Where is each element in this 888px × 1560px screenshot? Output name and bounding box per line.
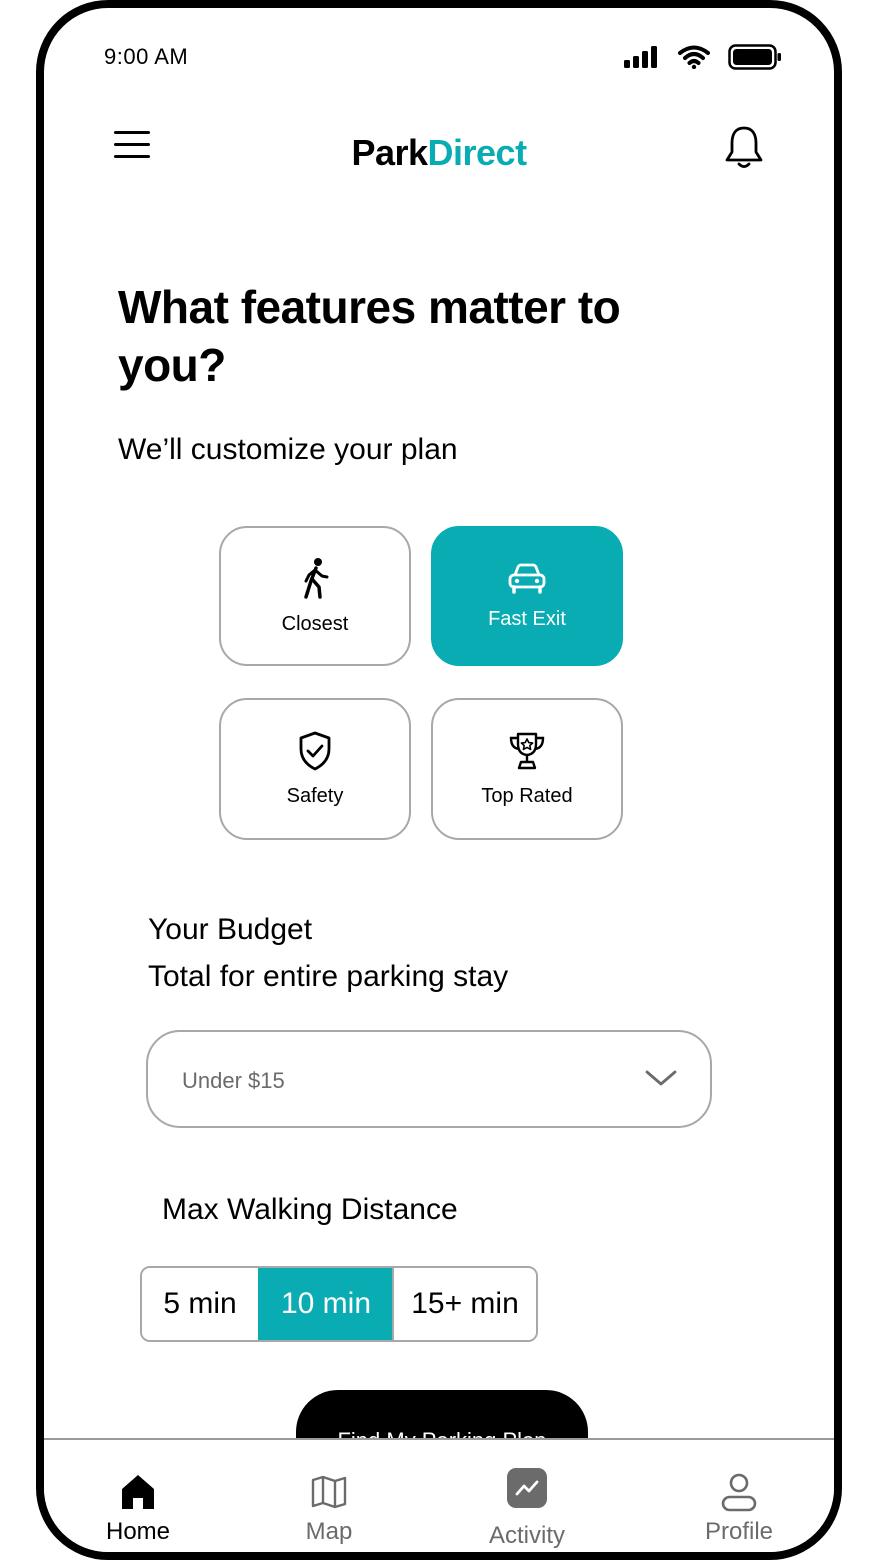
feature-label: Closest [281, 612, 349, 635]
brand-logo: ParkDirect [44, 132, 834, 174]
walking-person-icon [304, 557, 329, 599]
feature-safety[interactable]: Safety [219, 698, 411, 840]
bell-icon [725, 126, 763, 168]
feature-closest[interactable]: Closest [219, 526, 411, 666]
shield-check-icon [299, 731, 331, 770]
chevron-down-icon [645, 1070, 677, 1086]
wifi-icon [678, 45, 710, 69]
walking-option-10-min[interactable]: 10 min [258, 1268, 392, 1340]
notifications-button[interactable] [722, 124, 766, 174]
feature-label: Safety [286, 784, 344, 807]
profile-icon [721, 1473, 757, 1512]
budget-select[interactable]: Under $15 [146, 1030, 712, 1128]
budget-subtitle: Total for entire parking stay [148, 960, 509, 993]
nav-label: Profile [704, 1518, 774, 1545]
walking-option-5-min[interactable]: 5 min [142, 1268, 258, 1340]
walking-option-15-plus-min[interactable]: 15+ min [392, 1268, 536, 1340]
feature-top-rated[interactable]: Top Rated [431, 698, 623, 840]
trophy-icon [509, 732, 545, 769]
status-time: 9:00 AM [104, 44, 189, 69]
nav-profile[interactable]: Profile [684, 1440, 794, 1546]
bottom-nav: Home Map Activity Profile [44, 1438, 834, 1552]
app-header: ParkDirect [44, 118, 834, 188]
feature-label: Fast Exit [488, 607, 566, 630]
budget-title: Your Budget [148, 913, 313, 946]
battery-icon [728, 44, 781, 70]
feature-label: Top Rated [481, 784, 573, 807]
walking-distance-title: Max Walking Distance [162, 1193, 458, 1226]
nav-map[interactable]: Map [284, 1440, 374, 1546]
nav-activity[interactable]: Activity [472, 1440, 582, 1550]
status-icons [624, 44, 782, 70]
map-icon [311, 1475, 347, 1509]
phone-frame: 9:00 AM ParkDirect What features matter … [36, 0, 842, 1560]
budget-selected-value: Under $15 [182, 1068, 285, 1093]
brand-part-1: Park [351, 132, 428, 173]
home-icon [122, 1475, 154, 1509]
page-subtitle: We’ll customize your plan [118, 433, 458, 466]
nav-home[interactable]: Home [92, 1440, 184, 1546]
walking-distance-selector: 5 min 10 min 15+ min [140, 1266, 538, 1342]
page-title: What features matter to you? [118, 281, 621, 391]
brand-part-2: Direct [427, 132, 528, 173]
status-bar: 9:00 AM [44, 8, 834, 98]
feature-fast-exit[interactable]: Fast Exit [431, 526, 623, 666]
signal-icon [624, 46, 657, 68]
car-icon [508, 563, 546, 594]
nav-label: Map [305, 1518, 353, 1545]
activity-icon [507, 1468, 547, 1508]
nav-label: Home [105, 1518, 171, 1545]
nav-label: Activity [488, 1522, 565, 1549]
